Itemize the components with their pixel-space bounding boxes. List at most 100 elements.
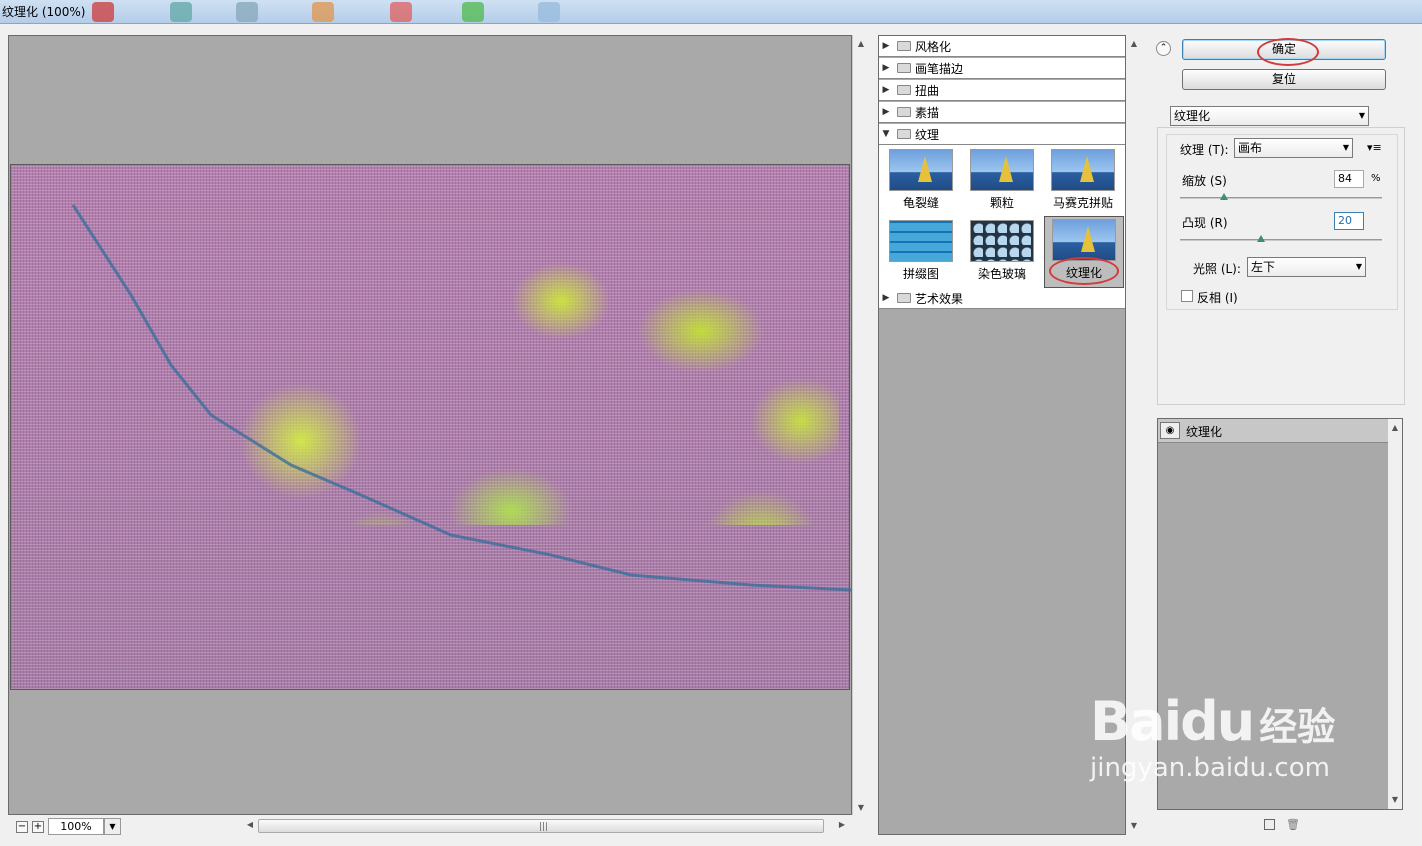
preview-horizontal-scrollbar[interactable]: |||: [258, 819, 824, 833]
relief-input[interactable]: 20: [1334, 212, 1364, 230]
chevron-down-icon: ▼: [1358, 111, 1365, 120]
zoom-out-button[interactable]: −: [16, 821, 28, 833]
scaling-label: 缩放 (S): [1182, 174, 1227, 188]
new-layer-icon[interactable]: [1264, 819, 1275, 830]
filter-list: ▶ 风格化 ▶ 画笔描边 ▶ 扭曲 ▶ 素描 ▼ 纹理 龟裂缝 颗粒 马赛克拼贴…: [878, 35, 1126, 835]
category-artistic[interactable]: ▶ 艺术效果: [879, 288, 1125, 309]
texture-select[interactable]: 画布 ▼: [1234, 138, 1353, 158]
taskbar-app-icon[interactable]: [92, 2, 114, 22]
category-distort[interactable]: ▶ 扭曲: [879, 80, 1125, 101]
expand-arrow-icon[interactable]: ▶: [879, 85, 893, 95]
texture-menu-icon[interactable]: ▾≡: [1367, 141, 1382, 154]
expand-arrow-icon[interactable]: ▶: [879, 107, 893, 117]
folder-icon: [897, 85, 911, 95]
thumb-stained-glass[interactable]: 染色玻璃: [963, 218, 1041, 288]
folder-icon: [897, 107, 911, 117]
scroll-down-icon[interactable]: ▼: [1387, 795, 1403, 804]
category-label: 素描: [915, 105, 940, 120]
filter-select-value: 纹理化: [1174, 109, 1211, 123]
thumb-label: 染色玻璃: [977, 267, 1026, 281]
expand-arrow-icon[interactable]: ▶: [879, 41, 893, 51]
scroll-grip-icon: |||: [539, 822, 549, 832]
scroll-left-icon[interactable]: ◀: [242, 820, 258, 829]
category-label: 艺术效果: [915, 291, 964, 306]
relief-slider-track[interactable]: [1180, 239, 1382, 241]
scaling-unit: %: [1371, 173, 1381, 184]
watermark-sub: 经验: [1259, 705, 1336, 749]
zoom-in-button[interactable]: +: [32, 821, 44, 833]
thumb-label: 拼缀图: [902, 267, 939, 281]
thumb-mosaic-tiles[interactable]: 马赛克拼贴: [1044, 147, 1122, 217]
zoom-dropdown-icon[interactable]: ▼: [104, 818, 121, 835]
layer-name: 纹理化: [1186, 425, 1223, 439]
folder-open-icon: [897, 129, 911, 139]
delete-layer-icon[interactable]: 🗑: [1286, 818, 1300, 831]
taskbar-app-icon[interactable]: [538, 2, 560, 22]
category-label: 扭曲: [915, 83, 940, 98]
thumb-label: 颗粒: [989, 196, 1014, 210]
thumb-texturizer[interactable]: 纹理化: [1044, 216, 1124, 288]
scroll-up-icon[interactable]: ▲: [1387, 423, 1403, 432]
folder-icon: [897, 41, 911, 51]
scaling-slider-handle[interactable]: [1220, 193, 1229, 200]
layers-scrollbar[interactable]: ▲ ▼: [1388, 419, 1402, 809]
thumb-grain[interactable]: 颗粒: [963, 147, 1041, 217]
thumb-craquelure[interactable]: 龟裂缝: [882, 147, 960, 217]
invert-label: 反相 (I): [1197, 291, 1238, 305]
thumb-patchwork[interactable]: 拼缀图: [882, 218, 960, 288]
chevron-down-icon: ▼: [1355, 262, 1362, 271]
window-title: 纹理化 (100%): [2, 5, 86, 19]
filter-thumbnail-image: [970, 220, 1034, 262]
category-label: 纹理: [915, 127, 940, 142]
expand-arrow-icon[interactable]: ▶: [879, 63, 893, 73]
collapse-gallery-icon[interactable]: ⌃: [1156, 41, 1171, 56]
texture-label: 纹理 (T):: [1180, 143, 1229, 157]
scaling-input[interactable]: 84: [1334, 170, 1364, 188]
folder-icon: [897, 293, 911, 303]
taskbar-app-icon[interactable]: [170, 2, 192, 22]
category-texture[interactable]: ▼ 纹理: [879, 124, 1125, 145]
scroll-right-icon[interactable]: ▶: [834, 820, 850, 829]
category-brush-strokes[interactable]: ▶ 画笔描边: [879, 58, 1125, 79]
scroll-up-icon[interactable]: ▲: [853, 39, 869, 48]
category-stylize[interactable]: ▶ 风格化: [879, 36, 1125, 57]
category-sketch[interactable]: ▶ 素描: [879, 102, 1125, 123]
taskbar-app-icon[interactable]: [312, 2, 334, 22]
filter-thumbnail-image: [970, 149, 1034, 191]
relief-label: 凸现 (R): [1182, 216, 1228, 230]
filter-select[interactable]: 纹理化 ▼: [1170, 106, 1369, 126]
highlight-ring: [1257, 38, 1319, 66]
branch-graphic: [71, 204, 851, 592]
watermark: Baidu 经验 jingyan.baidu.com: [1090, 690, 1335, 783]
scroll-down-icon[interactable]: ▼: [853, 803, 869, 812]
title-bar: 纹理化 (100%): [0, 0, 1422, 24]
taskbar-app-icon[interactable]: [390, 2, 412, 22]
thumb-label: 马赛克拼贴: [1052, 196, 1113, 210]
eye-icon[interactable]: ◉: [1160, 422, 1180, 439]
light-select-value: 左下: [1251, 260, 1276, 274]
taskbar-app-icon[interactable]: [236, 2, 258, 22]
reset-button[interactable]: 复位: [1182, 69, 1386, 90]
preview-vertical-scrollbar[interactable]: ▲ ▼: [852, 35, 868, 815]
scroll-up-icon[interactable]: ▲: [1126, 39, 1142, 48]
invert-checkbox[interactable]: [1181, 290, 1193, 302]
light-select[interactable]: 左下 ▼: [1247, 257, 1366, 277]
chevron-down-icon: ▼: [1342, 143, 1349, 152]
scaling-slider-track[interactable]: [1180, 197, 1382, 199]
filter-thumbnail-image: [1052, 219, 1116, 261]
collapse-arrow-icon[interactable]: ▼: [879, 129, 893, 139]
highlight-ring: [1049, 257, 1119, 285]
filter-thumbnail-image: [1051, 149, 1115, 191]
zoom-level-field[interactable]: 100%: [48, 818, 104, 835]
filter-thumbnail-image: [889, 149, 953, 191]
relief-slider-handle[interactable]: [1256, 235, 1265, 242]
texture-thumbnails: 龟裂缝 颗粒 马赛克拼贴 拼缀图 染色玻璃 纹理化: [879, 145, 1125, 299]
layer-row[interactable]: ◉ 纹理化: [1158, 419, 1388, 443]
thumb-label: 龟裂缝: [902, 196, 939, 210]
preview-image: [10, 164, 851, 690]
taskbar-app-icon[interactable]: [462, 2, 484, 22]
filter-thumbnail-image: [889, 220, 953, 262]
category-label: 画笔描边: [915, 61, 964, 76]
expand-arrow-icon[interactable]: ▶: [879, 293, 893, 303]
scroll-down-icon[interactable]: ▼: [1126, 821, 1142, 830]
